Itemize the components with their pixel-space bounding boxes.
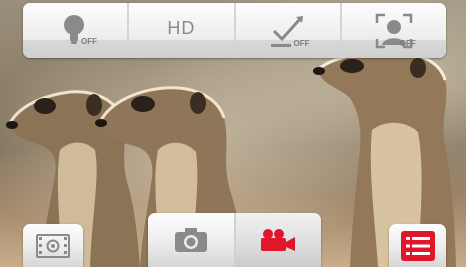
- camera-icon: [174, 228, 207, 252]
- menu-list-icon: [400, 230, 435, 261]
- resolution-shade: [129, 40, 234, 58]
- gallery-video-icon: [36, 233, 70, 258]
- resolution-button[interactable]: HD: [129, 3, 236, 58]
- face-detection-toggle-button[interactable]: OFF: [341, 3, 446, 58]
- menu-button[interactable]: [389, 224, 446, 267]
- timelapse-off-label: OFF: [293, 39, 310, 48]
- face-detection-off-label: OFF: [399, 39, 416, 48]
- flash-off-label: OFF: [81, 37, 97, 46]
- resolution-label: HD: [167, 18, 196, 38]
- photo-mode-button[interactable]: [148, 213, 234, 267]
- top-toolbar: OFF HD OFF OFF: [23, 3, 446, 58]
- gallery-button[interactable]: [23, 224, 83, 267]
- video-mode-button[interactable]: [233, 213, 321, 267]
- capture-mode-selector: [148, 213, 321, 267]
- video-camera-icon: [261, 229, 296, 251]
- timelapse-toggle-button[interactable]: OFF: [235, 3, 342, 58]
- flash-toggle-button[interactable]: OFF: [23, 3, 130, 58]
